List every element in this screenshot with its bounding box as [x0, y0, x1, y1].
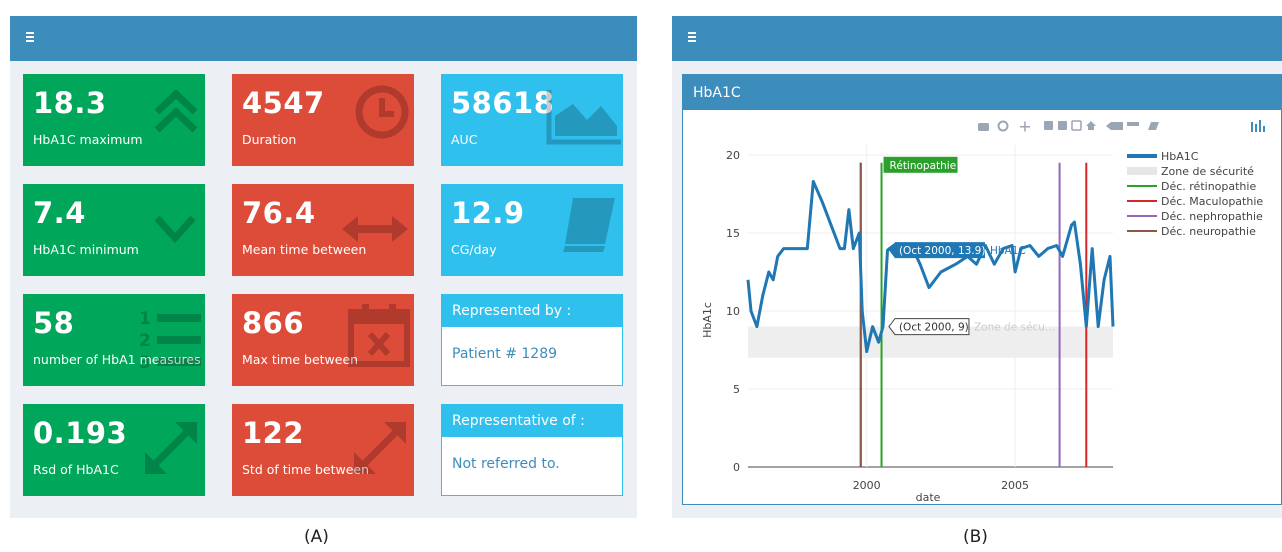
hover-tooltip-text: (Oct 2000, 13.9): [899, 245, 985, 257]
y-axis-ticks: 0 5 10 15 20: [726, 149, 740, 474]
value-box-hba1c-max: 18.3 HbA1C maximum: [23, 74, 205, 166]
pan-icon[interactable]: [1020, 121, 1030, 132]
expand-arrows-icon: [354, 422, 406, 474]
y-tick-label: 0: [733, 461, 740, 474]
value-box-value: 58: [33, 306, 75, 340]
ordered-list-icon: 1 2 3: [139, 309, 201, 373]
hba1c-chart[interactable]: 0 5 10 15 20 2000 2005 HbA1c date Rétinopathi…: [683, 110, 1281, 504]
value-box-value: 122: [242, 416, 305, 450]
value-box-std-time-between: 122 Std of time between: [232, 404, 414, 496]
hba1c-chart-box: HbA1C 0 5 10 15 20 2000 2005 HbA1c date …: [682, 74, 1282, 505]
caption-a: (A): [304, 527, 329, 547]
value-box-number-of-measures: 58 number of HbA1 measures 1 2 3: [23, 294, 205, 386]
value-box-label: CG/day: [451, 242, 497, 257]
hover-tooltip-text: (Oct 2000, 9): [899, 322, 969, 334]
zoom-in-icon[interactable]: [1044, 121, 1053, 130]
legend-item-label[interactable]: Déc. Maculopathie: [1161, 195, 1263, 208]
value-box-label: HbA1C minimum: [33, 242, 139, 257]
value-box-label: Duration: [242, 132, 297, 147]
legend-item-label[interactable]: Déc. neuropathie: [1161, 225, 1256, 238]
top-navbar: [672, 16, 1282, 61]
chart-box-title: HbA1C: [683, 75, 1281, 110]
value-box-value: 18.3: [33, 86, 107, 120]
x-tick-label: 2000: [853, 479, 881, 492]
y-tick-label: 10: [726, 305, 740, 318]
represented-by-box: Represented by : Patient # 1289: [441, 294, 623, 386]
value-box-label: Rsd of HbA1C: [33, 462, 119, 477]
menu-toggle-icon[interactable]: [26, 32, 34, 42]
calendar-x-icon: [348, 304, 410, 367]
spike-lines-icon[interactable]: [1106, 122, 1123, 130]
value-box-value: 76.4: [242, 196, 316, 230]
caption-b: (B): [963, 527, 988, 547]
menu-toggle-icon[interactable]: [688, 32, 696, 42]
legend-swatch: [1127, 167, 1157, 175]
value-box-cg-per-day: 12.9 CG/day: [441, 184, 623, 276]
zoom-out-icon[interactable]: [1058, 121, 1067, 130]
representative-of-title: Representative of :: [442, 405, 622, 437]
value-box-label: AUC: [451, 132, 478, 147]
value-box-auc: 58618 AUC: [441, 74, 623, 166]
value-box-mean-time-between: 76.4 Mean time between: [232, 184, 414, 276]
representative-of-value: Not referred to.: [452, 456, 560, 472]
chart-legend[interactable]: HbA1C Zone de sécurité Déc. rétinopathie Dé…: [1127, 150, 1263, 238]
legend-item-label[interactable]: HbA1C: [1161, 150, 1199, 163]
top-navbar: [10, 16, 637, 61]
value-box-label: HbA1C maximum: [33, 132, 143, 147]
value-box-duration: 4547 Duration: [232, 74, 414, 166]
dashboard-panel-a: 18.3 HbA1C maximum 4547 Duration 58618 A…: [10, 16, 637, 518]
value-box-value: 866: [242, 306, 305, 340]
representative-of-box: Representative of : Not referred to.: [441, 404, 623, 496]
plotly-logo-icon[interactable]: [1251, 120, 1265, 132]
clock-icon: [355, 85, 409, 139]
svg-text:2: 2: [139, 331, 151, 351]
legend-item-label[interactable]: Zone de sécurité: [1161, 165, 1254, 178]
value-box-label: Max time between: [242, 352, 359, 367]
plot-modebar: [978, 120, 1265, 132]
retinopathie-label: Rétinopathie: [890, 160, 957, 172]
x-axis-ticks: 2000 2005: [853, 479, 1029, 492]
hover-tooltip-series: HbA1C: [990, 245, 1026, 257]
book-icon: [563, 198, 615, 252]
value-box-value: 0.193: [33, 416, 128, 450]
svg-text:3: 3: [139, 353, 151, 373]
represented-by-title: Represented by :: [442, 295, 622, 327]
value-box-hba1c-min: 7.4 HbA1C minimum: [23, 184, 205, 276]
legend-item-label[interactable]: Déc. nephropathie: [1161, 210, 1263, 223]
autoscale-icon[interactable]: [1071, 120, 1082, 131]
area-chart-icon: [546, 90, 621, 145]
hover-tooltip-series: Zone de sécu...: [974, 322, 1055, 334]
toggle-hover-icon[interactable]: [1148, 122, 1159, 130]
svg-text:1: 1: [139, 309, 151, 329]
x-tick-label: 2005: [1001, 479, 1029, 492]
y-tick-label: 20: [726, 149, 740, 162]
camera-icon[interactable]: [978, 123, 989, 131]
x-axis-label: date: [916, 491, 941, 504]
y-tick-label: 15: [726, 227, 740, 240]
value-box-max-time-between: 866 Max time between: [232, 294, 414, 386]
reset-axes-icon[interactable]: [1086, 121, 1096, 130]
value-box-value: 12.9: [451, 196, 525, 230]
zoom-icon[interactable]: [997, 120, 1009, 132]
value-box-value: 4547: [242, 86, 325, 120]
represented-by-value[interactable]: Patient # 1289: [442, 327, 622, 381]
y-axis-label: HbA1c: [701, 302, 714, 338]
value-box-value: 58618: [451, 86, 555, 120]
dashboard-panel-b: HbA1C 0 5 10 15 20 2000 2005 HbA1c date …: [672, 16, 1282, 518]
chevron-down-icon: [154, 215, 196, 244]
plot-grid: [748, 145, 1113, 468]
event-lines: [859, 162, 1088, 467]
value-box-rsd-hba1c: 0.193 Rsd of HbA1C: [23, 404, 205, 496]
y-tick-label: 5: [733, 383, 740, 396]
double-chevron-up-icon: [154, 89, 198, 133]
expand-arrows-icon: [145, 422, 197, 474]
horizontal-arrows-icon: [342, 216, 408, 242]
value-box-value: 7.4: [33, 196, 86, 230]
legend-item-label[interactable]: Déc. rétinopathie: [1161, 180, 1256, 193]
compare-hover-icon[interactable]: [1127, 122, 1139, 126]
